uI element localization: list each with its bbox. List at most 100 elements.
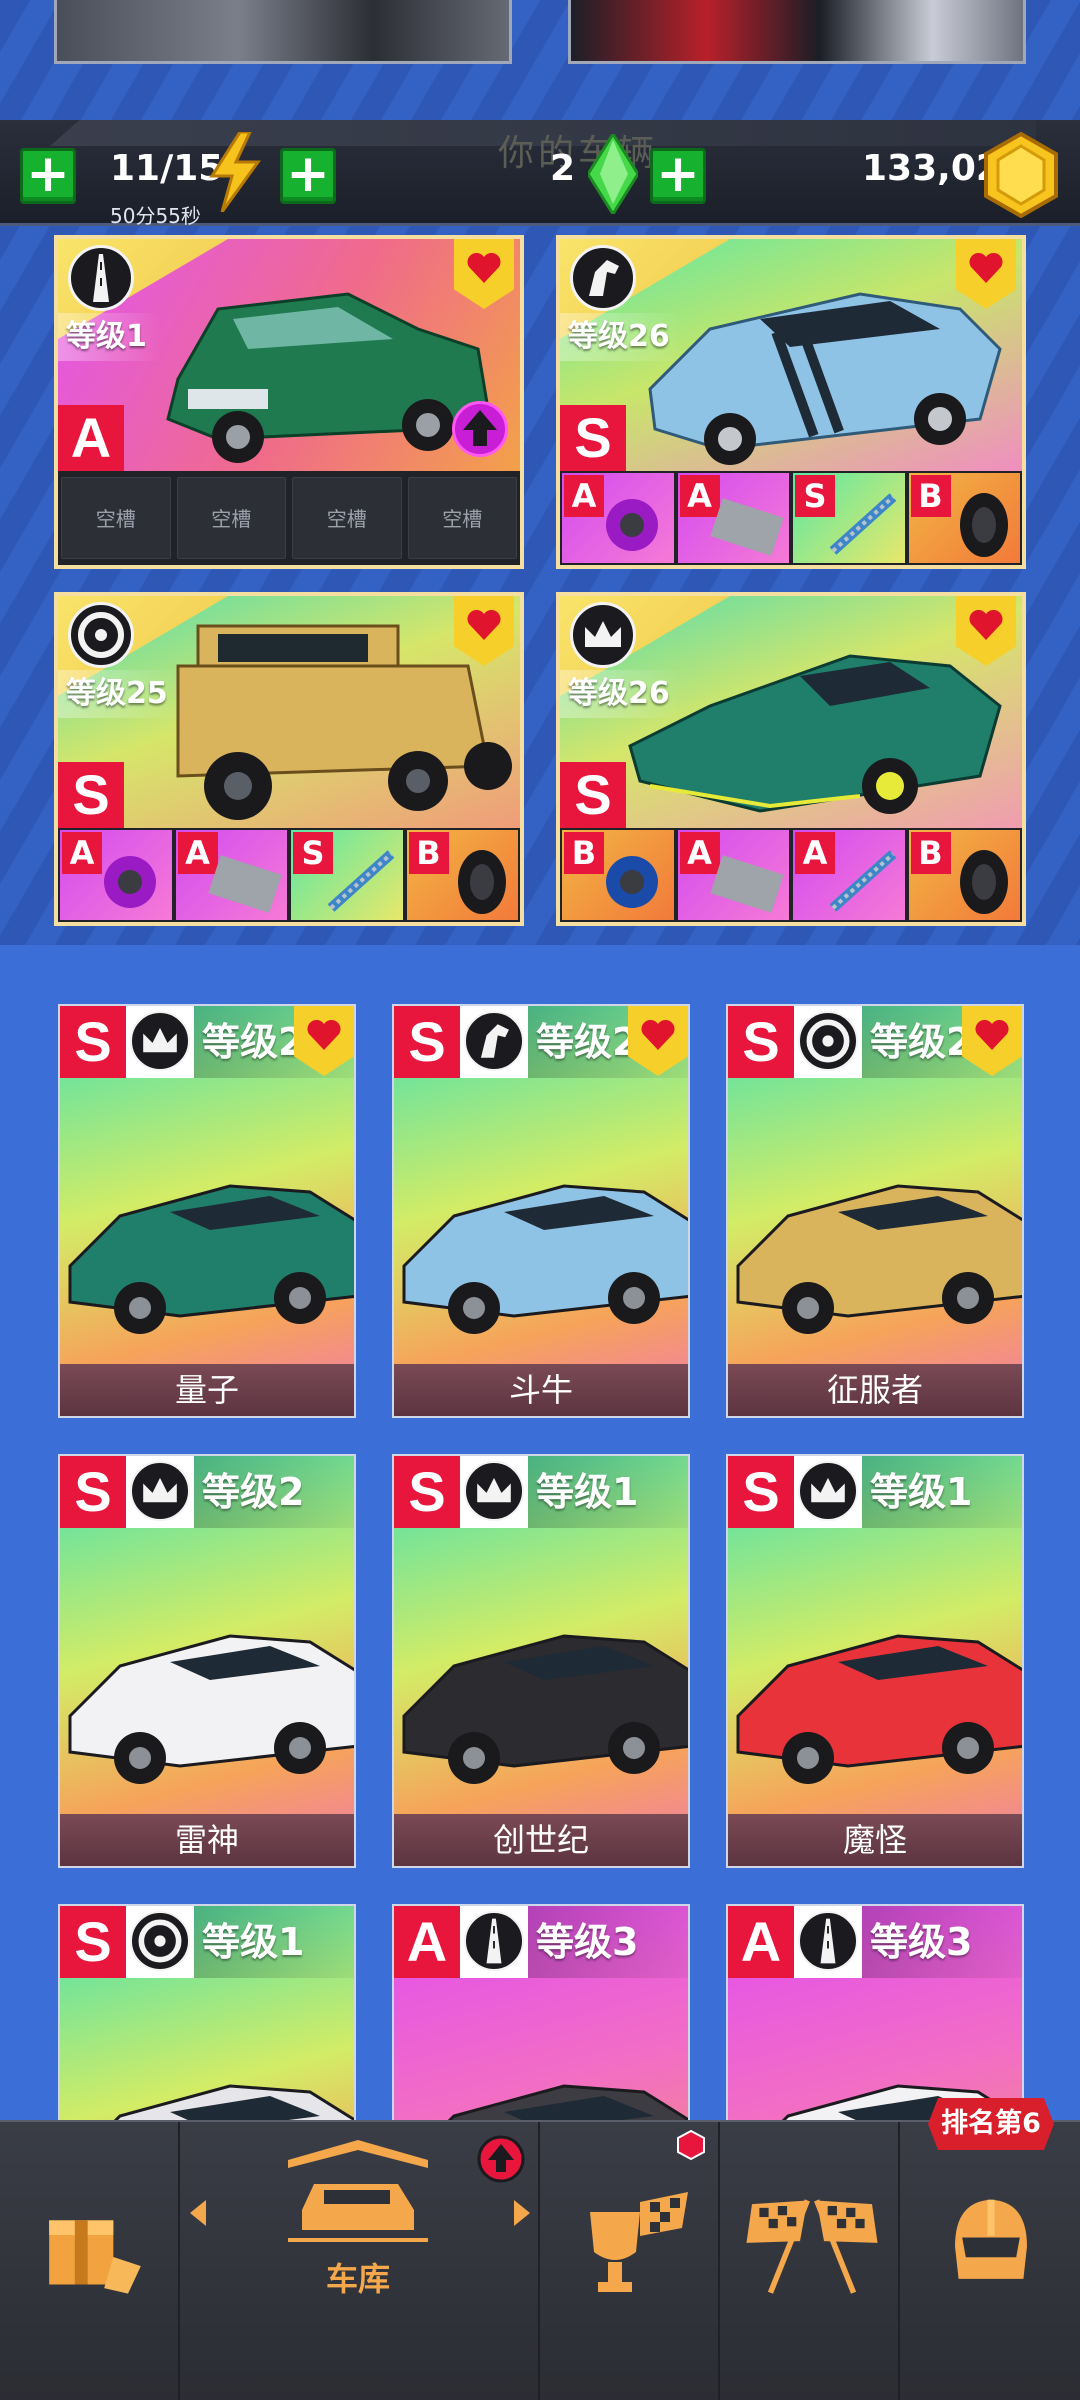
horse-icon: [464, 1011, 524, 1071]
garage-car-icon: [288, 2140, 428, 2242]
car-art: 等级26 S: [560, 596, 1022, 828]
part-slots: 空槽 空槽 空槽 空槽: [58, 471, 520, 565]
grade-badge: S: [394, 1456, 460, 1528]
car-art: 等级25 S: [58, 596, 520, 828]
car-level: 等级1: [58, 313, 161, 361]
part-slots: A A S B: [560, 471, 1022, 565]
suspension-part[interactable]: A: [793, 830, 905, 920]
nav-shop[interactable]: [0, 2122, 178, 2400]
car-image: [68, 1634, 354, 1784]
class-icon-box: [794, 1456, 862, 1528]
chevron-right-icon[interactable]: [512, 2198, 532, 2228]
wheel-icon: [798, 1011, 858, 1071]
engine-icon: [710, 855, 784, 913]
garage-car-tile[interactable]: S 等级2 雷神: [58, 1454, 356, 1868]
chevron-left-icon[interactable]: [188, 2198, 208, 2228]
nav-profile[interactable]: [900, 2122, 1080, 2400]
wheel-icon: [130, 1911, 190, 1971]
class-icon-box: [460, 1456, 528, 1528]
car-image: [736, 1184, 1022, 1334]
turbo-part[interactable]: A: [60, 830, 172, 920]
car-level: 等级1: [536, 1470, 639, 1514]
crown-icon: [130, 1461, 190, 1521]
horse-icon: [570, 245, 636, 311]
tile-header: S 等级1: [394, 1456, 688, 1528]
suspension-icon: [829, 493, 896, 555]
nav-garage[interactable]: 车库: [180, 2122, 538, 2400]
tire-icon: [458, 850, 506, 914]
suspension-part[interactable]: S: [291, 830, 403, 920]
class-icon-box: [794, 1906, 862, 1978]
class-icon-box: [794, 1006, 862, 1078]
car-image: [736, 1634, 1022, 1784]
garage-car-tile[interactable]: S 等级1 魔怪: [726, 1454, 1024, 1868]
energy-timer: 50分55秒: [110, 204, 201, 228]
tire-part[interactable]: B: [908, 473, 1020, 563]
car-name: 征服者: [728, 1364, 1022, 1416]
add-energy-plus-button[interactable]: +: [280, 148, 336, 204]
suspension-part[interactable]: S: [793, 473, 905, 563]
nav-events[interactable]: [540, 2122, 718, 2400]
partial-card-top-right[interactable]: [568, 0, 1026, 64]
wheel-icon: [68, 602, 134, 668]
grade-badge: S: [728, 1006, 794, 1078]
favorite-car-card-1[interactable]: 等级1 A 空槽 空槽 空槽 空槽: [54, 235, 524, 569]
crown-icon: [570, 602, 636, 668]
class-icon-box: [460, 1906, 528, 1978]
class-icon-box: [126, 1906, 194, 1978]
tile-header: S 等级2: [60, 1456, 354, 1528]
gem-count: 2: [550, 148, 576, 189]
engine-icon: [710, 498, 784, 556]
crown-icon: [798, 1461, 858, 1521]
trophy-flag-icon: [590, 2192, 688, 2292]
road-icon: [798, 1911, 858, 1971]
class-icon-box: [460, 1006, 528, 1078]
favorite-car-card-2[interactable]: 等级26 S A A S B: [556, 235, 1026, 569]
tire-part[interactable]: B: [908, 830, 1020, 920]
empty-slot-suspension[interactable]: 空槽: [292, 477, 402, 559]
partial-card-top-left[interactable]: [54, 0, 512, 64]
garage-car-tile[interactable]: S 等级1 创世纪: [392, 1454, 690, 1868]
nav-race[interactable]: [720, 2122, 898, 2400]
car-level: 等级1: [870, 1470, 973, 1514]
grade-badge: A: [58, 405, 124, 471]
car-art: 等级26 S: [560, 239, 1022, 471]
turbo-part[interactable]: A: [562, 473, 674, 563]
tire-part[interactable]: B: [406, 830, 518, 920]
road-icon: [464, 1911, 524, 1971]
garage-car-tile[interactable]: S 等级2 量子: [58, 1004, 356, 1418]
notification-dot-icon: [677, 2130, 705, 2160]
garage-car-tile[interactable]: S 等级2 斗牛: [392, 1004, 690, 1418]
grade-badge: S: [394, 1006, 460, 1078]
engine-part[interactable]: A: [677, 473, 789, 563]
tile-header: A 等级3: [394, 1906, 688, 1978]
grade-badge: S: [60, 1456, 126, 1528]
suspension-icon: [829, 850, 896, 912]
suspension-icon: [327, 850, 394, 912]
car-name: 雷神: [60, 1814, 354, 1866]
add-gems-button[interactable]: +: [650, 148, 706, 204]
turbo-part[interactable]: B: [562, 830, 674, 920]
grade-badge: S: [728, 1456, 794, 1528]
crown-icon: [464, 1461, 524, 1521]
grade-badge: S: [60, 1906, 126, 1978]
grade-badge: S: [560, 762, 626, 828]
empty-slot-tire[interactable]: 空槽: [407, 477, 517, 559]
car-image: [402, 1184, 688, 1334]
engine-part[interactable]: A: [677, 830, 789, 920]
add-energy-button[interactable]: +: [20, 148, 76, 204]
car-name: 创世纪: [394, 1814, 688, 1866]
upgrade-arrow-icon[interactable]: [452, 401, 508, 457]
empty-slot-engine[interactable]: 空槽: [176, 477, 286, 559]
grade-badge: A: [728, 1906, 794, 1978]
car-level: 等级3: [536, 1920, 639, 1964]
garage-car-tile[interactable]: S 等级2 征服者: [726, 1004, 1024, 1418]
class-icon-box: [126, 1456, 194, 1528]
engine-part[interactable]: A: [175, 830, 287, 920]
favorite-car-card-3[interactable]: 等级25 S A A S B: [54, 592, 524, 926]
favorite-car-card-4[interactable]: 等级26 S B A A B: [556, 592, 1026, 926]
car-level: 等级2: [202, 1470, 305, 1514]
checkered-flags-icon: [746, 2199, 878, 2294]
car-level: 等级25: [58, 670, 182, 718]
empty-slot-turbo[interactable]: 空槽: [61, 477, 171, 559]
